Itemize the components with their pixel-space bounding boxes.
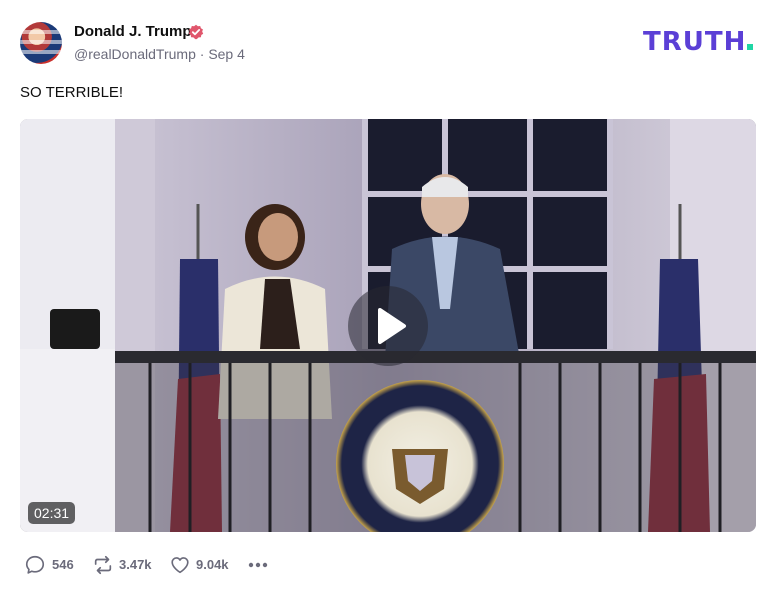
comment-icon bbox=[25, 555, 45, 574]
verified-badge-icon bbox=[188, 24, 204, 40]
separator: · bbox=[199, 46, 205, 62]
truth-post: Donald J. Trump @realDonaldTrump · Sep 4… bbox=[0, 0, 777, 595]
play-icon bbox=[378, 308, 406, 344]
play-button[interactable] bbox=[348, 286, 428, 366]
heart-icon bbox=[171, 557, 189, 574]
video-player[interactable]: 02:31 bbox=[20, 119, 756, 532]
logo-dot bbox=[747, 44, 754, 50]
reply-button[interactable]: 546 bbox=[24, 552, 84, 578]
like-button[interactable]: 9.04k bbox=[169, 552, 239, 578]
retruth-button[interactable]: 3.47k bbox=[92, 552, 162, 578]
avatar[interactable] bbox=[20, 22, 62, 64]
video-duration: 02:31 bbox=[28, 502, 76, 524]
retruth-count: 3.47k bbox=[119, 557, 152, 572]
author-name[interactable]: Donald J. Trump bbox=[74, 23, 192, 40]
handle-line: @realDonaldTrump · Sep 4 bbox=[74, 46, 245, 62]
truth-logo[interactable]: TRUTH bbox=[643, 27, 754, 57]
like-count: 9.04k bbox=[196, 557, 229, 572]
more-button[interactable] bbox=[246, 552, 272, 578]
repost-icon bbox=[94, 555, 112, 575]
logo-text: TRUTH bbox=[643, 27, 747, 57]
post-text: SO TERRIBLE! bbox=[20, 84, 124, 101]
more-icon bbox=[248, 562, 268, 568]
reply-count: 546 bbox=[52, 557, 74, 572]
author-handle[interactable]: @realDonaldTrump bbox=[74, 46, 196, 62]
post-date[interactable]: Sep 4 bbox=[208, 46, 245, 62]
